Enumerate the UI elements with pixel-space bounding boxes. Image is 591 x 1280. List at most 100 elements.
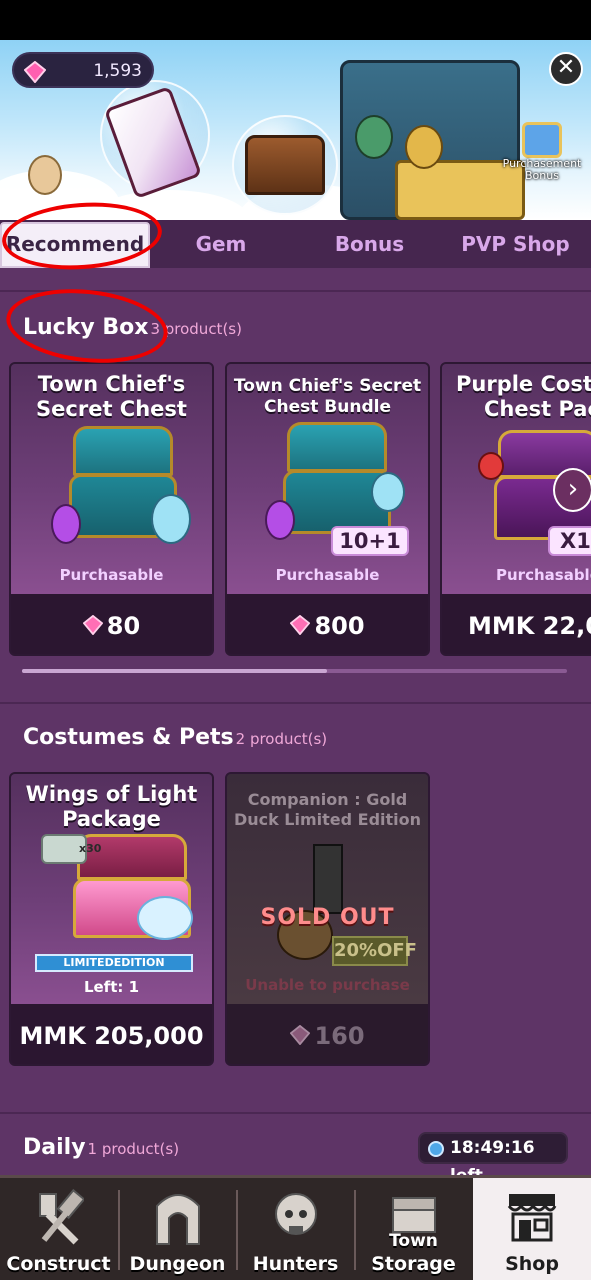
nav-town-storage[interactable]: Town Storage xyxy=(355,1178,472,1280)
bottom-navigation: Construct Dungeon Hunters Town Storage S… xyxy=(0,1175,591,1280)
close-button[interactable]: ✕ xyxy=(549,52,583,86)
nav-label: Construct xyxy=(6,1253,111,1275)
section-title-text: Costumes & Pets xyxy=(23,725,234,750)
bundle-badge: X1 xyxy=(548,526,591,556)
price-button[interactable]: 800 xyxy=(227,594,428,654)
product-name: Purple Costu Chest Pac xyxy=(442,372,591,422)
gem-balance[interactable]: 1,593 xyxy=(12,52,154,88)
chevron-right-icon: › xyxy=(567,474,579,504)
tab-bonus[interactable]: Bonus xyxy=(292,220,447,268)
gift-icon xyxy=(522,122,562,158)
product-count: 1 product(s) xyxy=(87,1140,180,1158)
limited-edition-ribbon: LIMITEDEDITION xyxy=(35,954,193,972)
shop-banner: 1,593 ✕ Purchasement Bonus xyxy=(0,40,591,220)
product-card-wings-of-light-package[interactable]: Wings of Light Package x30 LIMITEDEDITIO… xyxy=(9,772,214,1066)
gem-balance-value: 1,593 xyxy=(93,61,142,81)
gem-icon xyxy=(290,1025,311,1045)
treasure-chest-icon xyxy=(245,135,325,195)
purchase-bonus-button[interactable]: Purchasement Bonus xyxy=(499,122,585,182)
tab-gem[interactable]: Gem xyxy=(150,220,292,268)
divider xyxy=(0,702,591,704)
chest-lid-icon xyxy=(73,426,173,476)
price-button[interactable]: MMK 22,0 xyxy=(442,594,591,654)
section-title-costumes-pets: Costumes & Pets 2 product(s) xyxy=(23,725,327,750)
potion-icon xyxy=(265,500,295,540)
fairy-icon xyxy=(371,472,405,512)
price-value: 800 xyxy=(314,612,365,640)
section-title-text: Daily xyxy=(23,1135,86,1160)
product-name-line: Package xyxy=(62,807,161,831)
price-value: MMK 205,000 xyxy=(19,1022,204,1050)
price-value: 80 xyxy=(106,612,141,640)
purchase-status: Unable to purchase xyxy=(245,976,410,994)
nav-label: Storage xyxy=(371,1253,456,1275)
fairy-icon xyxy=(151,494,191,544)
carousel-scrollbar-thumb[interactable] xyxy=(22,669,327,673)
product-card-companion-gold-duck: Companion : Gold Duck Limited Edition SO… xyxy=(225,772,430,1066)
product-name-line: Chest Bundle xyxy=(264,397,391,417)
shop-icon xyxy=(507,1194,557,1242)
product-name-line: Purple Costu xyxy=(456,372,591,396)
daily-reset-timer: 18:49:16 left. xyxy=(418,1132,568,1175)
product-card-town-chief-secret-chest[interactable]: Town Chief's Secret Chest Purchasable 80 xyxy=(9,362,214,656)
gem-icon xyxy=(82,615,103,635)
nav-dungeon[interactable]: Dungeon xyxy=(119,1178,236,1280)
timer-text: 18:49:16 left. xyxy=(450,1138,535,1175)
price-value: 160 xyxy=(314,1022,365,1050)
purchase-status: Purchasable xyxy=(275,566,380,584)
discount-badge: 20%OFF xyxy=(332,936,417,966)
price-button[interactable]: 80 xyxy=(11,594,212,654)
carousel-next-button[interactable]: › xyxy=(553,468,591,512)
chest-illustration xyxy=(51,426,191,556)
product-name: Town Chief's Secret Chest xyxy=(11,372,212,422)
pet-icon xyxy=(313,844,343,914)
divider xyxy=(0,1112,591,1114)
nav-label: Shop xyxy=(505,1253,559,1275)
product-name-line: Chest Pac xyxy=(484,397,591,421)
product-name: Wings of Light Package xyxy=(11,782,212,832)
character-icon xyxy=(355,115,393,159)
dungeon-gate-icon xyxy=(156,1194,200,1245)
nav-construct[interactable]: Construct xyxy=(0,1178,117,1280)
purchase-status: Purchasable xyxy=(59,566,164,584)
wings-icon xyxy=(137,896,193,940)
chest-lid-icon xyxy=(77,834,187,880)
product-name-line: Companion : Gold xyxy=(247,790,408,809)
bundle-badge: 10+1 xyxy=(331,526,409,556)
close-icon: ✕ xyxy=(556,55,576,80)
purchase-status: Purchasable xyxy=(496,566,591,584)
section-title-daily: Daily 1 product(s) xyxy=(23,1135,179,1160)
tab-pvp-shop[interactable]: PVP Shop xyxy=(440,220,591,268)
product-name: Companion : Gold Duck Limited Edition xyxy=(227,790,428,830)
product-name-line: Wings of Light xyxy=(25,782,198,806)
product-name-line: Town Chief's xyxy=(37,372,186,396)
balloon-icon xyxy=(478,452,504,480)
nav-hunters[interactable]: Hunters xyxy=(237,1178,354,1280)
clock-icon xyxy=(428,1141,444,1157)
potion-icon xyxy=(51,504,81,544)
product-name-line: Town Chief's Secret xyxy=(233,376,422,396)
product-name: Town Chief's Secret Chest Bundle xyxy=(227,376,428,418)
product-name-line: Duck Limited Edition xyxy=(233,810,422,829)
chest-lid-icon xyxy=(287,422,387,472)
product-name-line: Secret Chest xyxy=(36,397,187,421)
coupon-count: x30 xyxy=(79,842,102,855)
price-button-disabled: 160 xyxy=(227,1004,428,1064)
character-icon xyxy=(405,125,443,169)
price-button[interactable]: MMK 205,000 xyxy=(11,1004,212,1064)
gem-icon xyxy=(290,615,311,635)
nav-label: Hunters xyxy=(252,1253,339,1275)
remaining-count: Left: 1 xyxy=(83,978,140,996)
status-bar xyxy=(0,0,591,40)
nav-label: Town xyxy=(389,1231,438,1251)
nav-shop[interactable]: Shop xyxy=(473,1178,591,1280)
nav-label: Dungeon xyxy=(129,1253,226,1275)
gem-icon xyxy=(24,61,46,83)
hammer-icon xyxy=(39,1188,84,1245)
product-count: 2 product(s) xyxy=(235,730,328,748)
teddy-bear-icon xyxy=(28,155,62,195)
product-card-town-chief-secret-chest-bundle[interactable]: Town Chief's Secret Chest Bundle 10+1 Pu… xyxy=(225,362,430,656)
price-value: MMK 22,0 xyxy=(468,612,591,640)
hunter-skull-icon xyxy=(275,1193,317,1235)
shop-content[interactable]: Lucky Box 3 product(s) Town Chief's Secre… xyxy=(0,268,591,1175)
